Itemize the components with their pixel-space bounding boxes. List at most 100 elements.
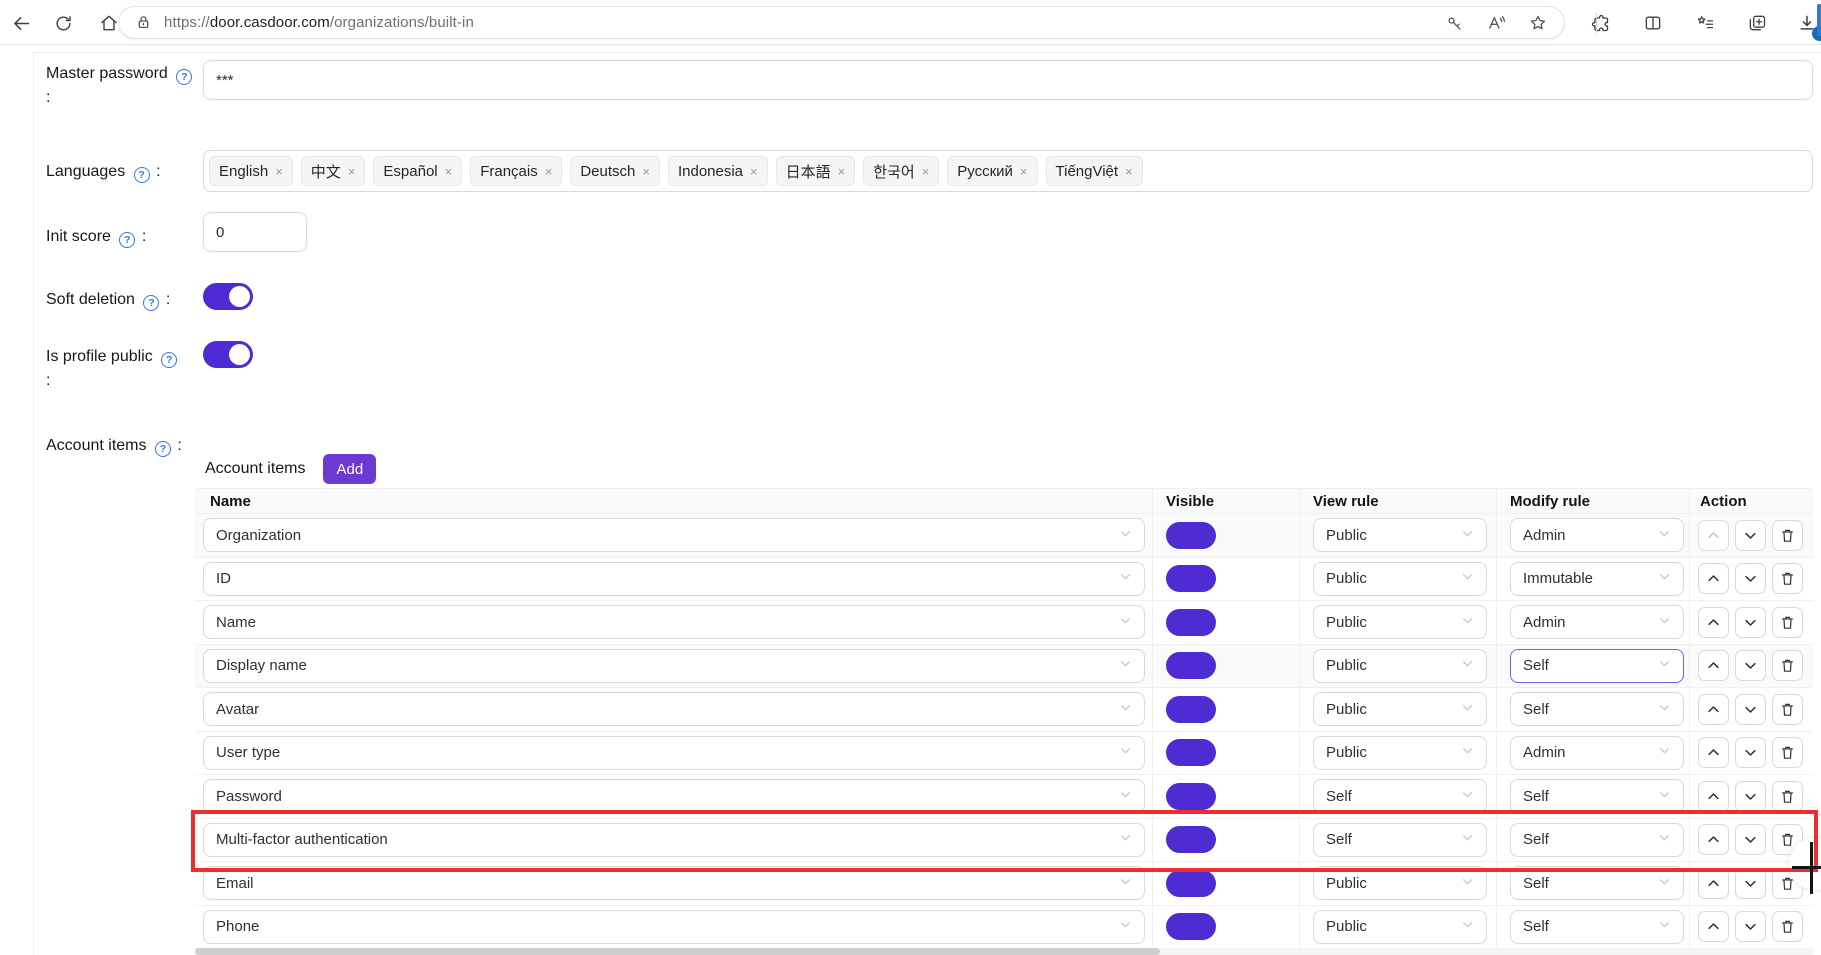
account-item-name-select[interactable]: Multi-factor authentication — [203, 823, 1145, 857]
is-profile-public-toggle[interactable] — [203, 341, 253, 368]
delete-button[interactable] — [1772, 737, 1803, 768]
master-password-input[interactable]: *** — [203, 60, 1813, 100]
modify-rule-select[interactable]: Self — [1510, 649, 1684, 683]
move-down-button[interactable] — [1735, 607, 1766, 638]
move-up-button[interactable] — [1698, 694, 1729, 725]
account-item-name-select[interactable]: Name — [203, 605, 1145, 639]
visible-toggle[interactable] — [1166, 783, 1216, 810]
move-down-button[interactable] — [1735, 650, 1766, 681]
modify-rule-select[interactable]: Self — [1510, 910, 1684, 944]
visible-toggle[interactable] — [1166, 652, 1216, 679]
view-rule-select[interactable]: Public — [1313, 866, 1487, 900]
language-tag[interactable]: 日本語× — [776, 156, 856, 186]
remove-tag-icon[interactable]: × — [348, 164, 356, 179]
modify-rule-select[interactable]: Admin — [1510, 736, 1684, 770]
view-rule-select[interactable]: Public — [1313, 605, 1487, 639]
view-rule-select[interactable]: Public — [1313, 518, 1487, 552]
favorites-bar-icon[interactable] — [1690, 8, 1720, 38]
visible-toggle[interactable] — [1166, 826, 1216, 853]
move-up-button[interactable] — [1698, 868, 1729, 899]
delete-button[interactable] — [1772, 694, 1803, 725]
delete-button[interactable] — [1772, 520, 1803, 551]
remove-tag-icon[interactable]: × — [275, 164, 283, 179]
account-item-name-select[interactable]: User type — [203, 736, 1145, 770]
modify-rule-select[interactable]: Immutable — [1510, 562, 1684, 596]
help-icon[interactable]: ? — [161, 352, 177, 368]
delete-button[interactable] — [1772, 650, 1803, 681]
init-score-input[interactable]: 0 — [203, 212, 307, 252]
language-tag[interactable]: Русский× — [947, 156, 1037, 186]
modify-rule-select[interactable]: Self — [1510, 692, 1684, 726]
visible-toggle[interactable] — [1166, 870, 1216, 897]
help-icon[interactable]: ? — [143, 295, 159, 311]
move-up-button[interactable] — [1698, 824, 1729, 855]
soft-deletion-toggle[interactable] — [203, 283, 253, 310]
language-tag[interactable]: Deutsch× — [570, 156, 660, 186]
move-down-button[interactable] — [1735, 868, 1766, 899]
language-tag[interactable]: 中文× — [301, 156, 366, 186]
view-rule-select[interactable]: Public — [1313, 649, 1487, 683]
split-screen-icon[interactable] — [1638, 8, 1668, 38]
lock-icon[interactable] — [135, 14, 152, 31]
move-up-button[interactable] — [1698, 650, 1729, 681]
back-icon[interactable] — [6, 8, 36, 38]
language-tag[interactable]: TiếngViệt× — [1046, 156, 1143, 186]
remove-tag-icon[interactable]: × — [838, 164, 846, 179]
delete-button[interactable] — [1772, 563, 1803, 594]
help-icon[interactable]: ? — [119, 232, 135, 248]
move-down-button[interactable] — [1735, 911, 1766, 942]
remove-tag-icon[interactable]: × — [1020, 164, 1028, 179]
language-tag[interactable]: Indonesia× — [668, 156, 768, 186]
modify-rule-select[interactable]: Self — [1510, 823, 1684, 857]
language-tag[interactable]: Français× — [470, 156, 562, 186]
view-rule-select[interactable]: Self — [1313, 823, 1487, 857]
move-down-button[interactable] — [1735, 694, 1766, 725]
add-button[interactable]: Add — [323, 454, 376, 484]
account-item-name-select[interactable]: Display name — [203, 649, 1145, 683]
visible-toggle[interactable] — [1166, 565, 1216, 592]
account-item-name-select[interactable]: Avatar — [203, 692, 1145, 726]
move-down-button[interactable] — [1735, 563, 1766, 594]
remove-tag-icon[interactable]: × — [922, 164, 930, 179]
remove-tag-icon[interactable]: × — [642, 164, 650, 179]
move-up-button[interactable] — [1698, 563, 1729, 594]
move-down-button[interactable] — [1735, 520, 1766, 551]
read-aloud-icon[interactable] — [1483, 10, 1509, 36]
move-down-button[interactable] — [1735, 781, 1766, 812]
account-item-name-select[interactable]: Organization — [203, 518, 1145, 552]
modify-rule-select[interactable]: Self — [1510, 779, 1684, 813]
languages-input[interactable]: English× 中文×Español× Français× Deutsch× Indo… — [203, 150, 1813, 192]
modify-rule-select[interactable]: Admin — [1510, 518, 1684, 552]
remove-tag-icon[interactable]: × — [545, 164, 553, 179]
view-rule-select[interactable]: Public — [1313, 736, 1487, 770]
delete-button[interactable] — [1772, 607, 1803, 638]
refresh-icon[interactable] — [48, 8, 78, 38]
delete-button[interactable] — [1772, 911, 1803, 942]
modify-rule-select[interactable]: Admin — [1510, 605, 1684, 639]
language-tag[interactable]: Español× — [373, 156, 462, 186]
account-item-name-select[interactable]: Email — [203, 866, 1145, 900]
account-item-name-select[interactable]: Password — [203, 779, 1145, 813]
visible-toggle[interactable] — [1166, 696, 1216, 723]
modify-rule-select[interactable]: Self — [1510, 866, 1684, 900]
account-item-name-select[interactable]: Phone — [203, 910, 1145, 944]
remove-tag-icon[interactable]: × — [1125, 164, 1133, 179]
visible-toggle[interactable] — [1166, 739, 1216, 766]
extensions-icon[interactable] — [1585, 8, 1615, 38]
move-up-button[interactable] — [1698, 911, 1729, 942]
password-key-icon[interactable] — [1441, 10, 1467, 36]
view-rule-select[interactable]: Public — [1313, 562, 1487, 596]
help-icon[interactable]: ? — [134, 167, 150, 183]
view-rule-select[interactable]: Public — [1313, 910, 1487, 944]
move-up-button[interactable] — [1698, 737, 1729, 768]
help-icon[interactable]: ? — [155, 441, 171, 457]
address-bar[interactable]: https://door.casdoor.com/organizations/b… — [118, 6, 1565, 39]
view-rule-select[interactable]: Self — [1313, 779, 1487, 813]
collections-icon[interactable] — [1742, 8, 1772, 38]
language-tag[interactable]: English× — [209, 156, 293, 186]
help-icon[interactable]: ? — [176, 69, 192, 85]
remove-tag-icon[interactable]: × — [750, 164, 758, 179]
move-up-button[interactable] — [1698, 781, 1729, 812]
view-rule-select[interactable]: Public — [1313, 692, 1487, 726]
visible-toggle[interactable] — [1166, 913, 1216, 940]
